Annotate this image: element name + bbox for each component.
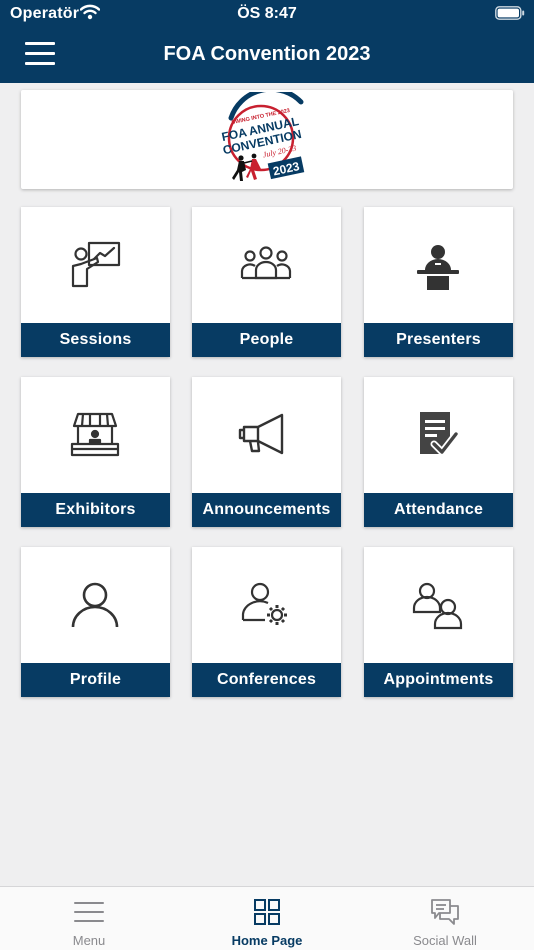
tab-label: Home Page <box>231 933 303 948</box>
tile-label: Sessions <box>21 323 170 357</box>
tab-home-page[interactable]: Home Page <box>178 887 356 950</box>
tile-label: Conferences <box>192 663 341 697</box>
menu-lines-icon <box>74 902 104 922</box>
status-bar: Operatör ÖS 8:47 <box>0 0 534 28</box>
person-icon <box>71 582 119 628</box>
bottom-tab-bar: Menu Home Page Social Wall <box>0 886 534 950</box>
tile-label: Announcements <box>192 493 341 527</box>
app-header: Operatör ÖS 8:47 FOA Convention 2023 <box>0 0 534 83</box>
convention-banner: SWING INTO THE 2023 FOA ANNUAL CONVENTIO… <box>21 90 513 189</box>
tile-label: Presenters <box>364 323 513 357</box>
announcements-tile[interactable]: Announcements <box>192 377 341 527</box>
people-tile[interactable]: People <box>192 207 341 357</box>
tab-menu[interactable]: Menu <box>0 887 178 950</box>
sessions-tile[interactable]: Sessions <box>21 207 170 357</box>
presenter-podium-icon <box>417 245 459 290</box>
person-gear-icon <box>241 582 287 625</box>
presentation-board-icon <box>71 241 121 288</box>
exhibitors-tile[interactable]: Exhibitors <box>21 377 170 527</box>
convention-logo: SWING INTO THE 2023 FOA ANNUAL CONVENTIO… <box>220 92 305 181</box>
tab-label: Social Wall <box>413 933 477 948</box>
checklist-icon <box>420 412 460 456</box>
appointments-tile[interactable]: Appointments <box>364 547 513 697</box>
people-group-icon <box>240 246 292 280</box>
page-title: FOA Convention 2023 <box>163 43 371 65</box>
tile-label: People <box>192 323 341 357</box>
presenters-tile[interactable]: Presenters <box>364 207 513 357</box>
two-people-icon <box>412 582 463 630</box>
tab-label: Menu <box>72 933 106 948</box>
tile-label: Exhibitors <box>21 493 170 527</box>
tile-label: Attendance <box>364 493 513 527</box>
tile-label: Profile <box>21 663 170 697</box>
profile-tile[interactable]: Profile <box>21 547 170 697</box>
tab-social-wall[interactable]: Social Wall <box>356 887 534 950</box>
conferences-tile[interactable]: Conferences <box>192 547 341 697</box>
chat-bubbles-icon <box>431 899 459 925</box>
megaphone-icon <box>238 413 284 455</box>
status-time: ÖS 8:47 <box>237 5 297 22</box>
tile-label: Appointments <box>364 663 513 697</box>
attendance-tile[interactable]: Attendance <box>364 377 513 527</box>
exhibitor-booth-icon <box>70 412 120 457</box>
grid-icon <box>254 899 280 925</box>
battery-icon <box>495 6 525 20</box>
